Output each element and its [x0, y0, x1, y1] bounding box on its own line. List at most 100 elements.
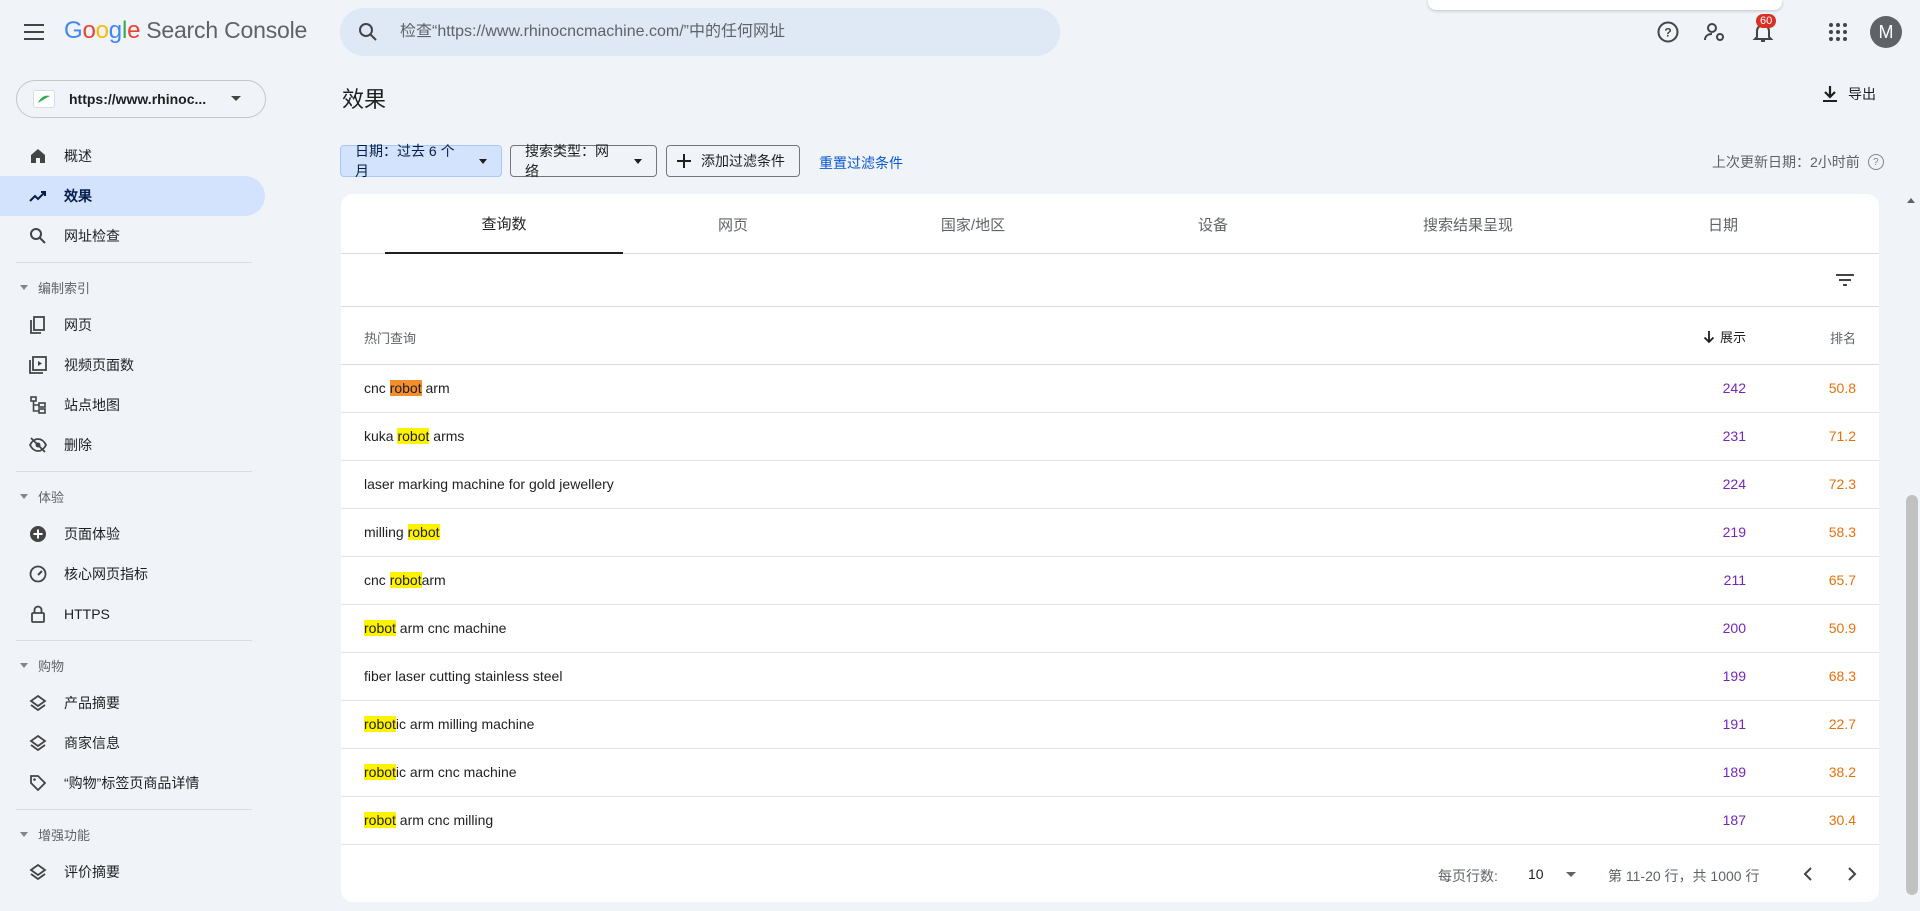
table-row[interactable]: robotic arm cnc machine 189 38.2	[341, 749, 1879, 797]
sidebar-item-core-web-vitals[interactable]: 核心网页指标	[0, 554, 265, 594]
lock-icon	[28, 604, 48, 624]
sidebar-item-label: HTTPS	[64, 606, 110, 622]
impressions-cell: 242	[1722, 380, 1746, 396]
collapse-triangle-icon	[20, 284, 28, 290]
table-row[interactable]: fiber laser cutting stainless steel 199 68…	[341, 653, 1879, 701]
table-header: 热门查询 展示 排名	[341, 307, 1879, 365]
sidebar-item-performance[interactable]: 效果	[0, 176, 265, 216]
rows-per-page-label: 每页行数:	[1438, 868, 1498, 884]
video-icon	[28, 355, 48, 375]
sidebar-item-shopping-tab-listings[interactable]: “购物”标签页商品详情	[0, 763, 265, 803]
table-row[interactable]: robot arm cnc milling 187 30.4	[341, 797, 1879, 845]
search-type-filter-chip[interactable]: 搜索类型：网络	[510, 143, 657, 179]
search-term-highlight: robot	[364, 716, 396, 732]
sidebar-item-https[interactable]: HTTPS	[0, 594, 265, 634]
notification-count-badge: 60	[1756, 14, 1777, 28]
url-inspection-search[interactable]	[340, 8, 1060, 56]
impressions-cell: 219	[1722, 524, 1746, 540]
filter-rows-icon[interactable]	[1833, 268, 1857, 292]
search-input[interactable]	[400, 23, 1020, 41]
sidebar-item-label: 删除	[64, 437, 92, 453]
logo-letter: o	[82, 17, 96, 44]
chevron-right-icon[interactable]	[1840, 862, 1864, 886]
sidebar-section-shopping[interactable]: 购物	[0, 647, 265, 683]
sidebar-item-sitemaps[interactable]: 站点地图	[0, 385, 265, 425]
query-cell: robot arm cnc milling	[364, 812, 494, 828]
search-term-highlight: robot	[389, 380, 422, 396]
sidebar-item-overview[interactable]: 概述	[0, 136, 265, 176]
sidebar-item-page-experience[interactable]: 页面体验	[0, 514, 265, 554]
sidebar-item-url-inspection[interactable]: 网址检查	[0, 216, 265, 256]
table-row[interactable]: kuka robot arms 231 71.2	[341, 413, 1879, 461]
home-icon	[28, 146, 48, 166]
account-avatar[interactable]: M	[1870, 16, 1902, 48]
collapse-triangle-icon	[20, 831, 28, 837]
column-header-position[interactable]: 排名	[1830, 328, 1856, 347]
last-updated: 上次更新日期：2小时前 ?	[1712, 152, 1884, 172]
impressions-cell: 224	[1722, 476, 1746, 492]
plus-icon	[677, 154, 691, 168]
sidebar-item-removals[interactable]: 删除	[0, 425, 265, 465]
sidebar-section-indexing[interactable]: 编制索引	[0, 269, 265, 305]
apps-grid-icon[interactable]	[1824, 18, 1852, 46]
section-title: 购物	[38, 658, 65, 674]
property-selector[interactable]: https://www.rhinoc...	[16, 80, 266, 118]
hidden-icon	[28, 435, 48, 455]
main-menu-icon[interactable]	[20, 17, 50, 47]
sidebar-section-experience[interactable]: 体验	[0, 478, 265, 514]
export-button[interactable]: 导出	[1820, 84, 1876, 104]
query-cell: milling robot	[364, 524, 440, 540]
table-row[interactable]: robotic arm milling machine 191 22.7	[341, 701, 1879, 749]
scroll-up-icon[interactable]	[1907, 198, 1915, 203]
impressions-cell: 189	[1722, 764, 1746, 780]
table-body: cnc robot arm 242 50.8 kuka robot arms 231 71…	[341, 365, 1879, 845]
sidebar-item-label: 评价摘要	[64, 864, 120, 880]
search-console-logo[interactable]: Google Search Console	[64, 17, 307, 45]
chevron-left-icon[interactable]	[1796, 862, 1820, 886]
row-range: 第 11-20 行，共 1000 行	[1608, 868, 1760, 884]
tab-devices[interactable]: 设备	[1103, 194, 1323, 254]
scrollbar-thumb[interactable]	[1906, 495, 1918, 895]
date-filter-chip[interactable]: 日期：过去 6 个月	[340, 143, 502, 179]
tab-countries[interactable]: 国家/地区	[843, 194, 1103, 254]
user-settings-icon[interactable]	[1701, 18, 1729, 46]
help-icon[interactable]: ?	[1867, 154, 1884, 170]
site-favicon-icon	[33, 90, 55, 108]
sidebar-item-video-pages[interactable]: 视频页面数	[0, 345, 265, 385]
sitemap-icon	[28, 395, 48, 415]
rows-per-page-select[interactable]: 10	[1528, 866, 1576, 882]
search-term-highlight: robot	[397, 428, 430, 444]
sidebar-item-product-snippets[interactable]: 产品摘要	[0, 683, 265, 723]
logo-letter: e	[127, 17, 141, 44]
chevron-down-icon	[231, 96, 241, 101]
position-cell: 68.3	[1828, 668, 1856, 684]
table-row[interactable]: cnc robot arm 242 50.8	[341, 365, 1879, 413]
table-row[interactable]: milling robot 219 58.3	[341, 509, 1879, 557]
sidebar-section-enhancements[interactable]: 增强功能	[0, 816, 265, 852]
dropdown-arrow-icon	[1565, 871, 1576, 877]
download-icon	[1823, 86, 1837, 102]
sort-down-arrow-icon	[1703, 330, 1715, 343]
tab-search-appearance[interactable]: 搜索结果呈现	[1323, 194, 1613, 254]
divider	[16, 809, 252, 810]
tab-pages[interactable]: 网页	[623, 194, 843, 254]
query-cell: laser marking machine for gold jewellery	[364, 476, 614, 492]
table-row[interactable]: robot arm cnc machine 200 50.9	[341, 605, 1879, 653]
column-header-impressions[interactable]: 展示	[1702, 327, 1746, 346]
search-icon	[28, 226, 48, 246]
sidebar-item-review-snippets[interactable]: 评价摘要	[0, 852, 265, 892]
column-header-query[interactable]: 热门查询	[364, 328, 416, 347]
impressions-header-label: 展示	[1719, 330, 1746, 345]
sidebar-item-merchant-listings[interactable]: 商家信息	[0, 723, 265, 763]
tab-queries[interactable]: 查询数	[385, 194, 623, 254]
search-icon	[359, 23, 377, 41]
tab-dates[interactable]: 日期	[1613, 194, 1833, 254]
add-filter-button[interactable]: 添加过滤条件	[666, 145, 800, 177]
sidebar-item-label: 概述	[64, 148, 92, 164]
sidebar-item-pages[interactable]: 网页	[0, 305, 265, 345]
collapse-triangle-icon	[20, 493, 28, 499]
help-icon[interactable]: ?	[1654, 18, 1682, 46]
table-row[interactable]: laser marking machine for gold jewellery…	[341, 461, 1879, 509]
table-row[interactable]: cnc robotarm 211 65.7	[341, 557, 1879, 605]
reset-filters-link[interactable]: 重置过滤条件	[819, 153, 903, 173]
